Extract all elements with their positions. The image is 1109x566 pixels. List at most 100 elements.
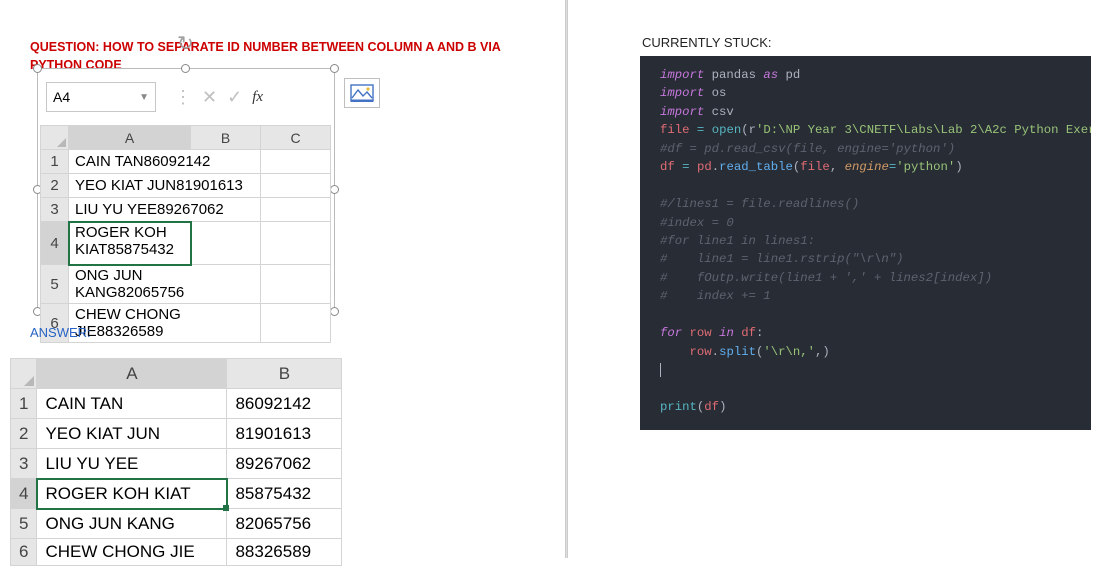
code-token: 'D:\NP Year 3\CNETF\Labs\Lab 2\A2c Pytho… xyxy=(756,123,1091,137)
select-all-corner[interactable] xyxy=(11,359,37,389)
fx-controls: ⋮ ✕ ✓ fx xyxy=(156,87,263,108)
code-comment: #for line1 in lines1: xyxy=(660,234,815,248)
code-token: in xyxy=(719,326,734,340)
table-row: 1 CAIN TAN86092142 xyxy=(41,150,331,174)
table-row: 2 YEO KIAT JUN 81901613 xyxy=(11,419,342,449)
row-header[interactable]: 5 xyxy=(41,265,69,304)
code-token: pandas xyxy=(712,68,756,82)
select-all-corner[interactable] xyxy=(41,126,69,150)
code-comment: #index = 0 xyxy=(660,216,734,230)
resize-handle-tl[interactable] xyxy=(33,64,42,73)
code-token: pd xyxy=(697,160,712,174)
col-header-A[interactable]: A xyxy=(69,126,191,150)
row-header[interactable]: 4 xyxy=(41,222,69,265)
cell[interactable]: LIU YU YEE89267062 xyxy=(69,198,261,222)
cell[interactable]: YEO KIAT JUN xyxy=(37,419,227,449)
code-token: open xyxy=(712,123,742,137)
cell[interactable]: 85875432 xyxy=(227,479,342,509)
cell[interactable]: LIU YU YEE xyxy=(37,449,227,479)
cell[interactable] xyxy=(261,265,331,304)
code-token: csv xyxy=(712,105,734,119)
code-token: df xyxy=(741,326,756,340)
cell[interactable]: 81901613 xyxy=(227,419,342,449)
resize-handle-mr[interactable] xyxy=(330,185,339,194)
cell[interactable] xyxy=(261,150,331,174)
code-editor[interactable]: import pandas as pd import os import csv… xyxy=(640,56,1091,430)
row-header[interactable]: 4 xyxy=(11,479,37,509)
cell[interactable]: 86092142 xyxy=(227,389,342,419)
fx-enter-icon[interactable]: ✓ xyxy=(227,87,242,108)
table-row: 3 LIU YU YEE89267062 xyxy=(41,198,331,222)
row-header[interactable]: 2 xyxy=(11,419,37,449)
code-token: as xyxy=(763,68,778,82)
cell[interactable]: 82065756 xyxy=(227,509,342,539)
fx-cancel-icon[interactable]: ✕ xyxy=(202,87,217,108)
code-token: for xyxy=(660,326,682,340)
fx-more-icon[interactable]: ⋮ xyxy=(174,87,192,108)
row-header[interactable]: 5 xyxy=(11,509,37,539)
cell[interactable]: CHEW CHONG JIE88326589 xyxy=(69,304,261,343)
col-header-B[interactable]: B xyxy=(227,359,342,389)
fx-label[interactable]: fx xyxy=(252,89,263,106)
col-header-C[interactable]: C xyxy=(261,126,331,150)
code-token: row xyxy=(690,326,712,340)
row-header[interactable]: 6 xyxy=(11,539,37,566)
picture-icon xyxy=(350,84,374,102)
code-token: 'python' xyxy=(896,160,955,174)
resize-handle-tm[interactable] xyxy=(181,64,190,73)
row-header[interactable]: 2 xyxy=(41,174,69,198)
row-header[interactable]: 1 xyxy=(11,389,37,419)
code-token: file xyxy=(660,123,690,137)
answer-label: ANSWER: xyxy=(30,325,91,340)
code-token: engine xyxy=(845,160,889,174)
code-token: df xyxy=(704,400,719,414)
resize-handle-tr[interactable] xyxy=(330,64,339,73)
code-token: import xyxy=(660,86,704,100)
text-cursor xyxy=(660,363,661,377)
code-token: (r xyxy=(741,123,756,137)
spreadsheet-top[interactable]: A B C 1 CAIN TAN86092142 2 YEO KIAT JUN8… xyxy=(40,125,331,343)
cell[interactable]: 88326589 xyxy=(227,539,342,566)
cell[interactable]: 89267062 xyxy=(227,449,342,479)
col-header-B[interactable]: B xyxy=(191,126,261,150)
row-header[interactable]: 1 xyxy=(41,150,69,174)
code-comment: # index += 1 xyxy=(660,289,771,303)
cell[interactable]: CAIN TAN xyxy=(37,389,227,419)
name-box[interactable]: A4 ▼ xyxy=(46,82,156,112)
cell[interactable]: CAIN TAN86092142 xyxy=(69,150,261,174)
code-token: pd xyxy=(786,68,801,82)
code-token: , xyxy=(830,160,837,174)
rotate-handle-icon[interactable]: ↻ xyxy=(177,31,194,56)
code-comment: # line1 = line1.rstrip("\r\n") xyxy=(660,252,904,266)
cell[interactable] xyxy=(261,198,331,222)
resize-handle-br[interactable] xyxy=(330,307,339,316)
right-pane: CURRENTLY STUCK: import pandas as pd imp… xyxy=(640,35,1109,430)
cell[interactable]: YEO KIAT JUN81901613 xyxy=(69,174,261,198)
cell[interactable]: ONG JUN KANG xyxy=(37,509,227,539)
cell-selected[interactable]: ROGER KOH KIAT85875432 xyxy=(69,222,191,265)
code-token: read_table xyxy=(719,160,793,174)
row-header[interactable]: 3 xyxy=(41,198,69,222)
code-token: . xyxy=(712,160,719,174)
cell[interactable]: ONG JUN KANG82065756 xyxy=(69,265,261,304)
code-token: ,) xyxy=(815,345,830,359)
cell[interactable] xyxy=(261,304,331,343)
code-token: ) xyxy=(719,400,726,414)
cell[interactable]: CHEW CHONG JIE xyxy=(37,539,227,566)
table-row: 4 ROGER KOH KIAT85875432 xyxy=(41,222,331,265)
table-row: 1 CAIN TAN 86092142 xyxy=(11,389,342,419)
col-header-A[interactable]: A xyxy=(37,359,227,389)
formula-bar-row: A4 ▼ ⋮ ✕ ✓ fx xyxy=(40,78,332,124)
table-row: 3 LIU YU YEE 89267062 xyxy=(11,449,342,479)
code-token: import xyxy=(660,68,704,82)
cell-selected[interactable]: ROGER KOH KIAT xyxy=(37,479,227,509)
spreadsheet-bottom[interactable]: A B 1 CAIN TAN 86092142 2 YEO KIAT JUN 8… xyxy=(10,358,342,566)
code-token: = xyxy=(682,160,689,174)
cell[interactable] xyxy=(261,222,331,265)
cell[interactable] xyxy=(191,222,261,265)
table-row: 5 ONG JUN KANG82065756 xyxy=(41,265,331,304)
cell[interactable] xyxy=(261,174,331,198)
picture-format-button[interactable] xyxy=(344,78,380,108)
row-header[interactable]: 3 xyxy=(11,449,37,479)
name-box-value: A4 xyxy=(53,89,70,105)
